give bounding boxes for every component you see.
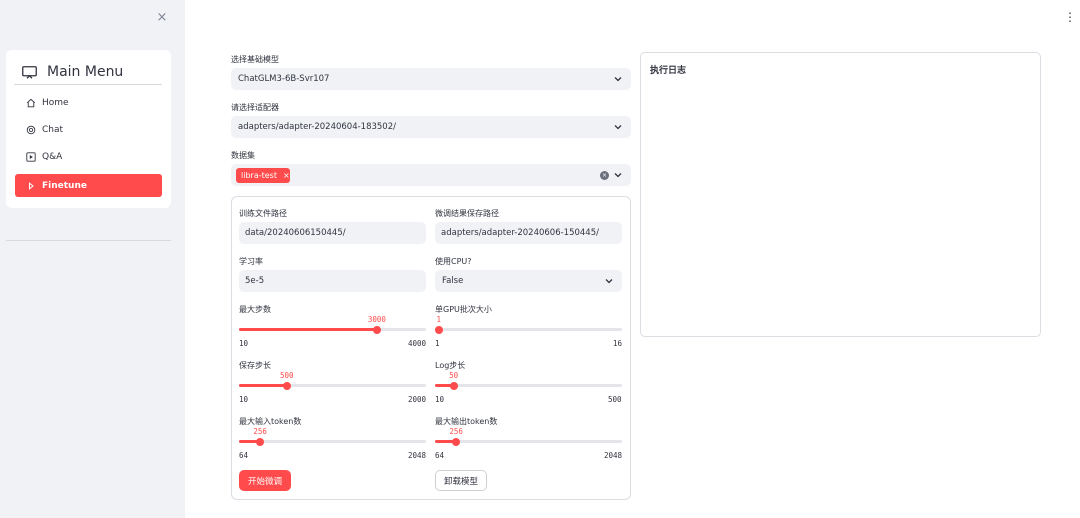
slider-value: 50 [449, 371, 459, 380]
use-cpu-select[interactable]: False [435, 270, 622, 292]
slider-value: 256 [449, 427, 463, 436]
sidebar-item-label: Home [42, 97, 69, 108]
clear-icon[interactable]: × [600, 171, 609, 180]
unload-model-button[interactable]: 卸载模型 [435, 470, 487, 491]
sidebar-item-label: Q&A [42, 151, 63, 162]
kebab-menu-icon[interactable]: ⋮ [1064, 11, 1076, 25]
max-input-tokens-label: 最大输入token数 [239, 417, 302, 426]
log-panel: 执行日志 [640, 52, 1041, 337]
slider-max: 4000 [408, 339, 427, 348]
dataset-multiselect[interactable] [231, 164, 631, 186]
main-menu: Main Menu Home Chat Q&A Finetune [6, 50, 171, 208]
slider-min: 10 [239, 395, 249, 404]
slider-max: 500 [608, 395, 622, 404]
slider-max: 2048 [408, 451, 427, 460]
base-model-label: 选择基础模型 [231, 55, 279, 64]
main-menu-header: Main Menu [22, 61, 162, 83]
base-model-value: ChatGLM3-6B-Svr107 [238, 74, 330, 84]
chevron-down-icon [614, 125, 622, 130]
learning-rate-label: 学习率 [239, 257, 263, 266]
sidebar-item-qa[interactable]: Q&A [15, 145, 162, 168]
slider-track [239, 440, 426, 443]
slider-max: 2000 [408, 395, 427, 404]
max-steps-label: 最大步数 [239, 305, 271, 314]
use-cpu-label: 使用CPU? [435, 257, 472, 266]
caret-right-icon [25, 180, 36, 191]
log-steps-label: Log步长 [435, 361, 466, 370]
main-menu-title: Main Menu [47, 64, 124, 80]
slider-min: 64 [435, 451, 445, 460]
slider-value: 3000 [367, 315, 386, 324]
monitor-icon [22, 65, 37, 79]
slider-fill [239, 328, 377, 331]
slider-value: 1 [436, 315, 442, 324]
menu-divider [14, 84, 162, 85]
slider-thumb[interactable] [452, 437, 461, 446]
max-output-tokens-label: 最大输出token数 [435, 417, 498, 426]
slider-track [435, 384, 622, 387]
slider-value: 500 [280, 371, 294, 380]
dataset-label: 数据集 [231, 151, 255, 160]
sidebar-divider [6, 240, 171, 241]
sidebar: × Main Menu Home Chat Q&A Finetune [0, 0, 185, 518]
slider-min: 10 [435, 395, 445, 404]
sidebar-close-icon[interactable]: × [154, 10, 170, 26]
sidebar-item-home[interactable]: Home [15, 91, 162, 114]
slider-min: 10 [239, 339, 249, 348]
slider-thumb[interactable] [435, 325, 443, 334]
train-path-label: 训练文件路径 [239, 209, 287, 218]
slider-thumb[interactable] [449, 381, 458, 390]
house-icon [25, 97, 36, 108]
save-path-label: 微调结果保存路径 [435, 209, 499, 218]
chevron-down-icon [614, 77, 622, 82]
sidebar-item-label: Finetune [42, 180, 87, 191]
slider-min: 64 [239, 451, 249, 460]
learning-rate-input[interactable]: 5e-5 [239, 270, 426, 292]
save-path-input[interactable]: adapters/adapter-20240606-150445/ [435, 222, 622, 244]
slider-max: 16 [613, 339, 623, 348]
train-path-input[interactable]: data/20240606150445/ [239, 222, 426, 244]
slider-thumb[interactable] [372, 325, 381, 334]
slider-track [435, 440, 622, 443]
use-cpu-value: False [442, 276, 464, 286]
learning-rate-value: 5e-5 [245, 276, 265, 286]
slider-track [435, 328, 622, 331]
play-box-icon [25, 151, 36, 162]
chevron-down-icon [605, 279, 613, 284]
slider-fill [239, 384, 288, 387]
sidebar-item-label: Chat [42, 124, 64, 135]
base-model-select[interactable]: ChatGLM3-6B-Svr107 [231, 68, 631, 90]
train-path-value: data/20240606150445/ [245, 228, 346, 238]
slider-max: 2048 [604, 451, 623, 460]
adapter-label: 请选择适配器 [231, 103, 279, 112]
start-finetune-button[interactable]: 开始微调 [239, 470, 291, 491]
tag-close-icon[interactable]: × [283, 171, 290, 180]
app-root: × Main Menu Home Chat Q&A Finetune ⋮ 选择基… [0, 0, 1080, 518]
sidebar-item-finetune[interactable]: Finetune [15, 174, 162, 197]
adapter-value: adapters/adapter-20240604-183502/ [238, 122, 396, 132]
dataset-tag: libra-test × [236, 168, 290, 183]
chat-icon [25, 124, 36, 135]
slider-thumb[interactable] [256, 437, 265, 446]
dataset-tag-label: libra-test [241, 171, 277, 180]
log-title: 执行日志 [650, 66, 687, 76]
per-gpu-batch-label: 单GPU批次大小 [435, 305, 492, 314]
slider-value: 256 [253, 427, 267, 436]
slider-min: 1 [435, 339, 440, 348]
slider-thumb[interactable] [283, 381, 292, 390]
sidebar-item-chat[interactable]: Chat [15, 118, 162, 141]
save-steps-label: 保存步长 [239, 361, 271, 370]
adapter-select[interactable]: adapters/adapter-20240604-183502/ [231, 116, 631, 138]
save-path-value: adapters/adapter-20240606-150445/ [441, 228, 599, 238]
chevron-down-icon [614, 173, 622, 178]
